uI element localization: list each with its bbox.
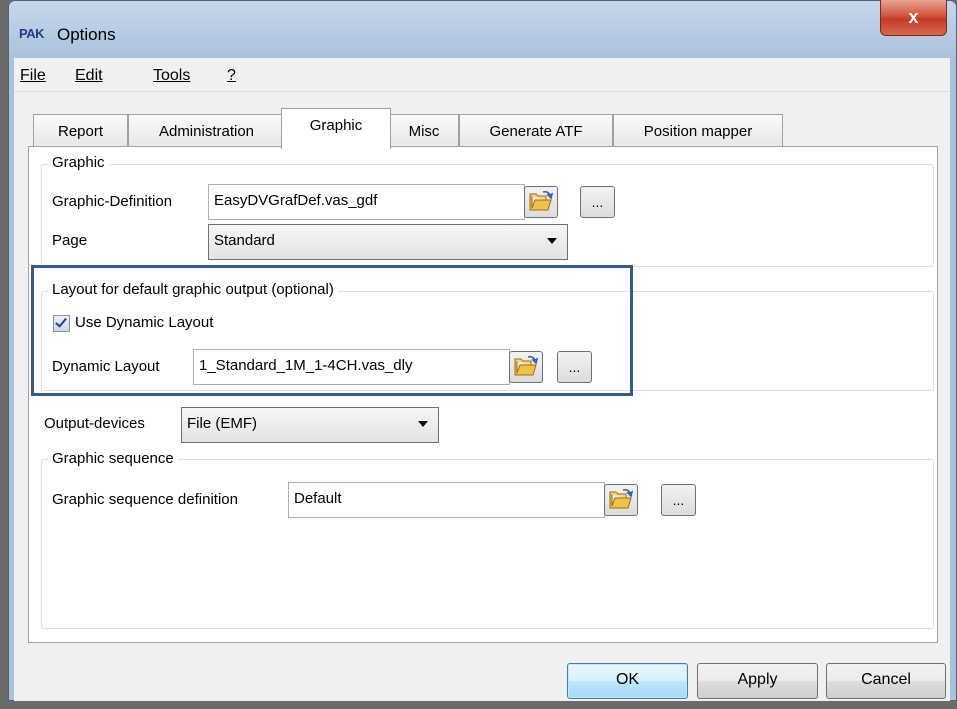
tab-misc[interactable]: Misc xyxy=(389,114,459,150)
chevron-down-icon xyxy=(547,238,557,244)
tab-administration[interactable]: Administration xyxy=(128,114,285,150)
graphic-sequence-group-title: Graphic sequence xyxy=(48,449,178,469)
open-folder-icon xyxy=(529,191,553,211)
graphic-definition-browse-button[interactable] xyxy=(524,186,558,218)
apply-button[interactable]: Apply xyxy=(697,663,818,699)
page-label: Page xyxy=(52,232,88,249)
menu-edit[interactable]: Edit xyxy=(75,66,103,86)
ok-button[interactable]: OK xyxy=(567,663,688,699)
open-folder-icon xyxy=(609,489,633,509)
page-select-value: Standard xyxy=(214,232,275,249)
tab-generate-atf[interactable]: Generate ATF xyxy=(459,114,613,150)
title-bar[interactable] xyxy=(8,0,957,58)
graphic-definition-field[interactable]: EasyDVGrafDef.vas_gdf xyxy=(208,184,525,220)
close-button[interactable]: x xyxy=(880,0,947,36)
cancel-button[interactable]: Cancel xyxy=(826,663,946,699)
menu-file[interactable]: File xyxy=(20,66,46,86)
graphic-sequence-more-button[interactable]: ... xyxy=(661,484,696,516)
menu-help[interactable]: ? xyxy=(227,66,236,86)
output-devices-label: Output-devices xyxy=(44,415,145,432)
menu-tools[interactable]: Tools xyxy=(153,66,190,86)
graphic-group-title: Graphic xyxy=(48,153,109,173)
graphic-sequence-definition-label: Graphic sequence definition xyxy=(52,491,238,508)
highlight-box xyxy=(31,265,633,396)
window-title: Options xyxy=(57,25,116,44)
tab-position-mapper[interactable]: Position mapper xyxy=(613,114,783,150)
app-logo-icon: PAK xyxy=(19,26,44,41)
output-devices-select[interactable]: File (EMF) xyxy=(181,407,439,443)
graphic-definition-label: Graphic-Definition xyxy=(52,193,173,210)
output-devices-value: File (EMF) xyxy=(187,415,257,432)
graphic-sequence-definition-field[interactable]: Default xyxy=(288,482,605,518)
menu-bar: File Edit Tools ? xyxy=(14,58,950,92)
graphic-sequence-browse-button[interactable] xyxy=(604,484,638,516)
page-select[interactable]: Standard xyxy=(208,224,568,260)
graphic-definition-more-button[interactable]: ... xyxy=(580,186,615,218)
chevron-down-icon xyxy=(418,421,428,427)
tab-graphic[interactable]: Graphic xyxy=(281,108,391,149)
tab-report[interactable]: Report xyxy=(33,114,128,150)
